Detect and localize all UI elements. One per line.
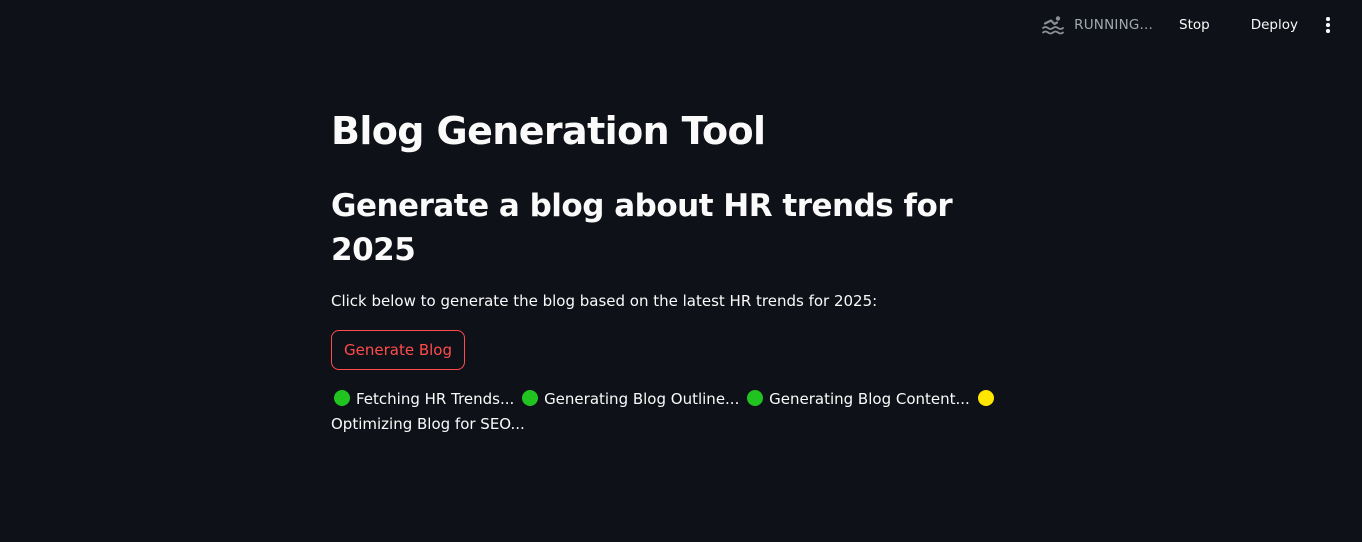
swimmer-icon — [1041, 13, 1065, 37]
progress-step-label: Fetching HR Trends... — [356, 390, 515, 408]
main-menu-button[interactable] — [1318, 13, 1338, 37]
progress-step-label: Generating Blog Outline... — [544, 390, 740, 408]
vertical-ellipsis-icon — [1326, 17, 1330, 21]
page-title: Blog Generation Tool — [331, 109, 766, 153]
app-window: RUNNING... Stop Deploy Blog Generation T… — [0, 0, 1362, 542]
generate-blog-button[interactable]: Generate Blog — [331, 330, 465, 370]
instruction-text: Click below to generate the blog based o… — [331, 292, 878, 310]
status-text: RUNNING... — [1074, 17, 1154, 33]
page-subheader: Generate a blog about HR trends for 2025 — [331, 188, 953, 268]
deploy-button[interactable]: Deploy — [1245, 13, 1304, 37]
status-done-icon — [334, 390, 350, 406]
status-done-icon — [522, 390, 539, 406]
running-status: RUNNING... — [1041, 13, 1153, 37]
progress-steps: Fetching HR Trends... Generating Blog Ou… — [331, 387, 1011, 437]
main-content: Blog Generation Tool Generate a blog abo… — [331, 104, 1031, 437]
top-toolbar: RUNNING... Stop Deploy — [1041, 0, 1362, 50]
progress-step-label: Optimizing Blog for SEO... — [331, 415, 525, 433]
status-done-icon — [747, 390, 764, 406]
progress-step-label: Generating Blog Content... — [769, 390, 970, 408]
status-in-progress-icon — [977, 390, 994, 406]
stop-button[interactable]: Stop — [1173, 13, 1216, 37]
